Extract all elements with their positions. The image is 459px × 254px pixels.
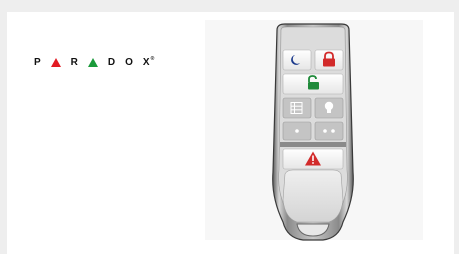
logo-red-triangle-icon <box>50 57 61 67</box>
logo-registered-mark: ® <box>150 56 155 62</box>
logo-green-triangle-icon <box>87 57 98 67</box>
logo-letter-d: D <box>107 56 116 68</box>
aux-two-dots-button[interactable] <box>314 121 344 141</box>
dot-icon <box>295 129 299 133</box>
chrome-band <box>280 142 346 147</box>
logo-letter-o: O <box>125 56 133 68</box>
stay-arm-button[interactable] <box>282 49 312 71</box>
keyfob-lower-body <box>282 169 344 223</box>
logo-letter-r: R <box>70 56 78 68</box>
paradox-logo: P R D O X ® <box>34 55 154 69</box>
logo-letter-p: P <box>34 56 41 68</box>
aux-grid-button[interactable] <box>282 97 312 119</box>
logo-letter-x: X <box>142 56 150 68</box>
remote-keyfob <box>272 23 354 241</box>
